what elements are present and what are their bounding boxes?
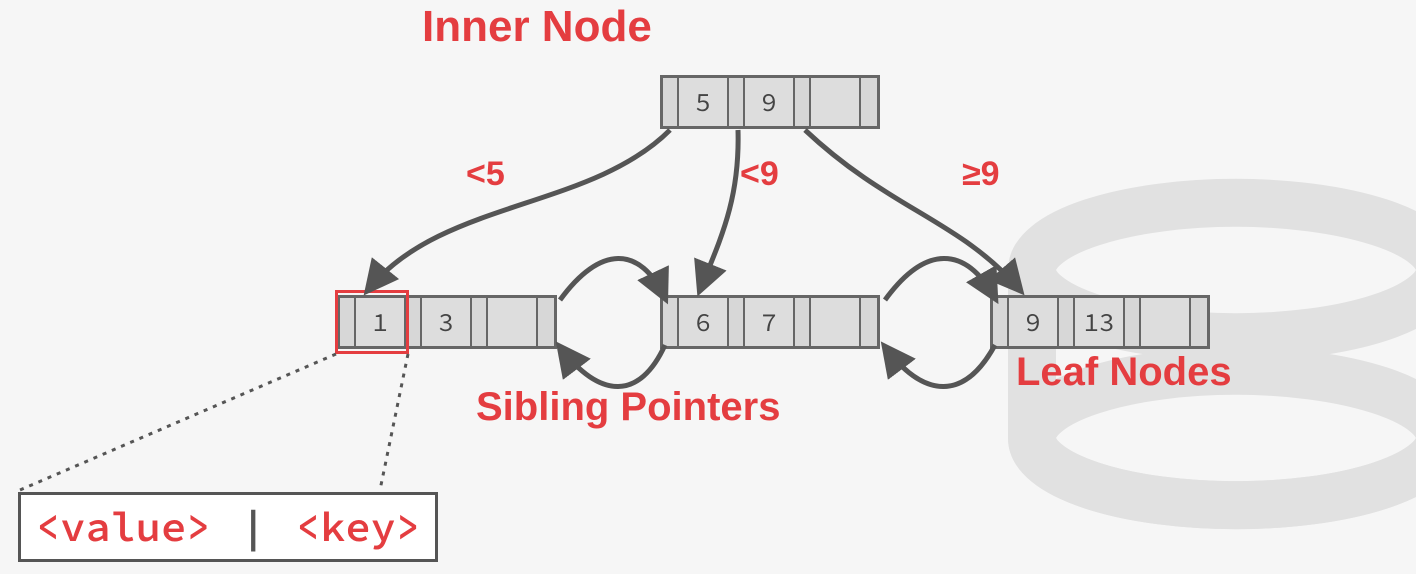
inner-ptr-2 bbox=[795, 78, 811, 126]
edge-label-lt9: <9 bbox=[740, 155, 779, 194]
leaf-a-key-0: 1 bbox=[356, 298, 406, 346]
leaf-nodes-title: Leaf Nodes bbox=[1016, 350, 1232, 395]
sibling-a-to-b bbox=[560, 258, 665, 300]
inner-node: 59 bbox=[660, 75, 880, 129]
leaf-b-ptr-1 bbox=[729, 298, 745, 346]
sibling-c-to-b bbox=[885, 345, 995, 387]
leaf-node-c: 9 13 bbox=[990, 295, 1210, 349]
leaf-b-key-0: 6 bbox=[679, 298, 729, 346]
sibling-pointers-title: Sibling Pointers bbox=[476, 385, 780, 430]
leaf-b-key-2 bbox=[811, 298, 861, 346]
edge-inner-to-leaf-a bbox=[368, 130, 670, 290]
callout-separator: | bbox=[237, 501, 270, 553]
inner-ptr-3 bbox=[861, 78, 877, 126]
edge-label-ge9: ≥9 bbox=[962, 155, 1000, 194]
diagram-stage: Inner Node Leaf Nodes Sibling Pointers <… bbox=[0, 0, 1416, 574]
leaf-c-key-0: 9 bbox=[1009, 298, 1059, 346]
leaf-c-ptr-1 bbox=[1059, 298, 1075, 346]
leaf-a-key-2 bbox=[488, 298, 538, 346]
inner-key-0: 5 bbox=[679, 78, 729, 126]
leaf-a-ptr-3 bbox=[538, 298, 554, 346]
leaf-b-ptr-3 bbox=[861, 298, 877, 346]
leaf-a-key-1: 3 bbox=[422, 298, 472, 346]
leaf-c-ptr-2 bbox=[1125, 298, 1141, 346]
leaf-c-ptr-3 bbox=[1191, 298, 1207, 346]
inner-key-2 bbox=[811, 78, 861, 126]
leaf-node-b: 67 bbox=[660, 295, 880, 349]
leaf-c-key-2 bbox=[1141, 298, 1191, 346]
sibling-b-to-a bbox=[560, 345, 665, 387]
edge-inner-to-leaf-c bbox=[805, 130, 1020, 290]
leaf-b-ptr-0 bbox=[663, 298, 679, 346]
sibling-b-to-c bbox=[885, 258, 995, 300]
inner-ptr-1 bbox=[729, 78, 745, 126]
leaf-b-ptr-2 bbox=[795, 298, 811, 346]
value-key-callout: <value> | <key> bbox=[18, 492, 438, 562]
edge-inner-to-leaf-b bbox=[700, 130, 738, 290]
zoom-line-right bbox=[380, 354, 408, 490]
inner-key-1: 9 bbox=[745, 78, 795, 126]
callout-value: <value> bbox=[35, 501, 211, 553]
leaf-b-key-1: 7 bbox=[745, 298, 795, 346]
leaf-a-ptr-0 bbox=[340, 298, 356, 346]
leaf-c-ptr-0 bbox=[993, 298, 1009, 346]
edge-label-lt5: <5 bbox=[466, 155, 505, 194]
leaf-a-ptr-1 bbox=[406, 298, 422, 346]
inner-node-title: Inner Node bbox=[422, 2, 652, 52]
inner-ptr-0 bbox=[663, 78, 679, 126]
zoom-line-left bbox=[20, 354, 336, 490]
leaf-node-a: 13 bbox=[337, 295, 557, 349]
callout-key: <key> bbox=[295, 501, 421, 553]
leaf-c-key-1: 13 bbox=[1075, 298, 1125, 346]
leaf-a-ptr-2 bbox=[472, 298, 488, 346]
